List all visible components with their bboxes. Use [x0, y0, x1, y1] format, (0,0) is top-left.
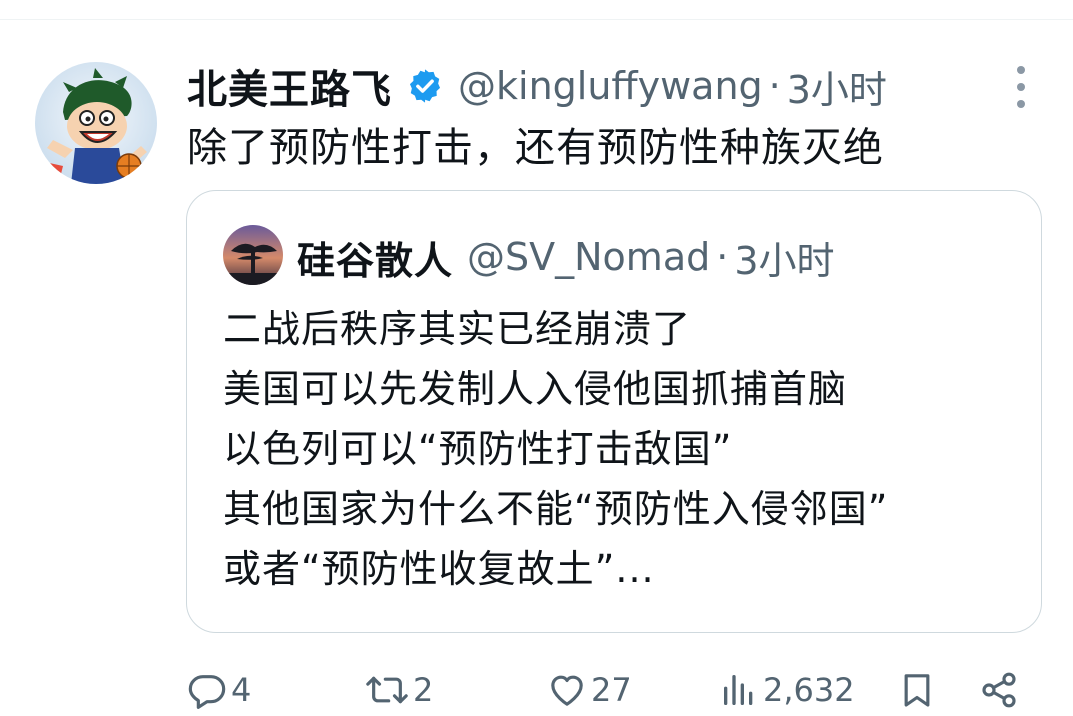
quoted-tweet-header: 硅谷散人 @SV_Nomad · 3小时 [297, 227, 835, 287]
quoted-text-line: 美国可以先发制人入侵他国抓捕首脑 [223, 367, 848, 411]
heart-icon [547, 670, 587, 710]
separator-dot: · [768, 64, 781, 108]
tweet-action-bar: 4 2 27 2,632 [187, 664, 1037, 716]
more-options-icon[interactable] [1006, 62, 1036, 112]
verified-badge-icon [406, 67, 444, 105]
views-count: 2,632 [763, 671, 855, 709]
more-dot [1017, 66, 1025, 74]
reply-button[interactable]: 4 [187, 664, 251, 716]
tweet-header: 北美王路飞 @kingluffywang · 3小时 [187, 56, 887, 116]
reply-icon [187, 670, 227, 710]
bookmark-icon [897, 670, 937, 710]
author-handle[interactable]: @kingluffywang [458, 64, 763, 108]
quoted-tweet-card[interactable]: 硅谷散人 @SV_Nomad · 3小时 二战后秩序其实已经崩溃了 美国可以先发… [186, 190, 1042, 633]
quoted-text-line: 以色列可以“预防性打击敌国” [223, 427, 733, 471]
separator-dot: · [716, 235, 729, 279]
bookmark-button[interactable] [897, 664, 937, 716]
more-dot [1017, 83, 1025, 91]
quoted-text-line: 其他国家为什么不能“预防性入侵邻国” [223, 487, 889, 531]
like-button[interactable]: 27 [547, 664, 632, 716]
quoted-text-line: 或者“预防性收复故土”... [223, 547, 655, 591]
repost-button[interactable]: 2 [365, 664, 433, 716]
top-divider [0, 19, 1073, 20]
quoted-author-avatar[interactable] [223, 225, 283, 285]
share-icon [979, 670, 1019, 710]
like-count: 27 [591, 671, 632, 709]
analytics-icon [719, 670, 759, 710]
quoted-author-display-name[interactable]: 硅谷散人 [297, 230, 453, 285]
repost-count: 2 [413, 671, 434, 709]
author-avatar[interactable] [35, 62, 157, 184]
quoted-tweet-text: 二战后秩序其实已经崩溃了 美国可以先发制人入侵他国抓捕首脑 以色列可以“预防性打… [223, 299, 888, 599]
tweet-text: 除了预防性打击，还有预防性种族灭绝 [187, 125, 884, 171]
more-dot [1017, 100, 1025, 108]
quoted-text-line: 二战后秩序其实已经崩溃了 [223, 307, 692, 351]
author-display-name[interactable]: 北美王路飞 [187, 57, 392, 115]
tweet-timestamp[interactable]: 3小时 [787, 59, 887, 114]
share-button[interactable] [979, 664, 1019, 716]
quoted-author-handle[interactable]: @SV_Nomad [467, 235, 710, 279]
quoted-tweet-timestamp[interactable]: 3小时 [734, 230, 834, 285]
reply-count: 4 [231, 671, 252, 709]
views-button[interactable]: 2,632 [719, 664, 855, 716]
repost-icon [365, 670, 409, 710]
